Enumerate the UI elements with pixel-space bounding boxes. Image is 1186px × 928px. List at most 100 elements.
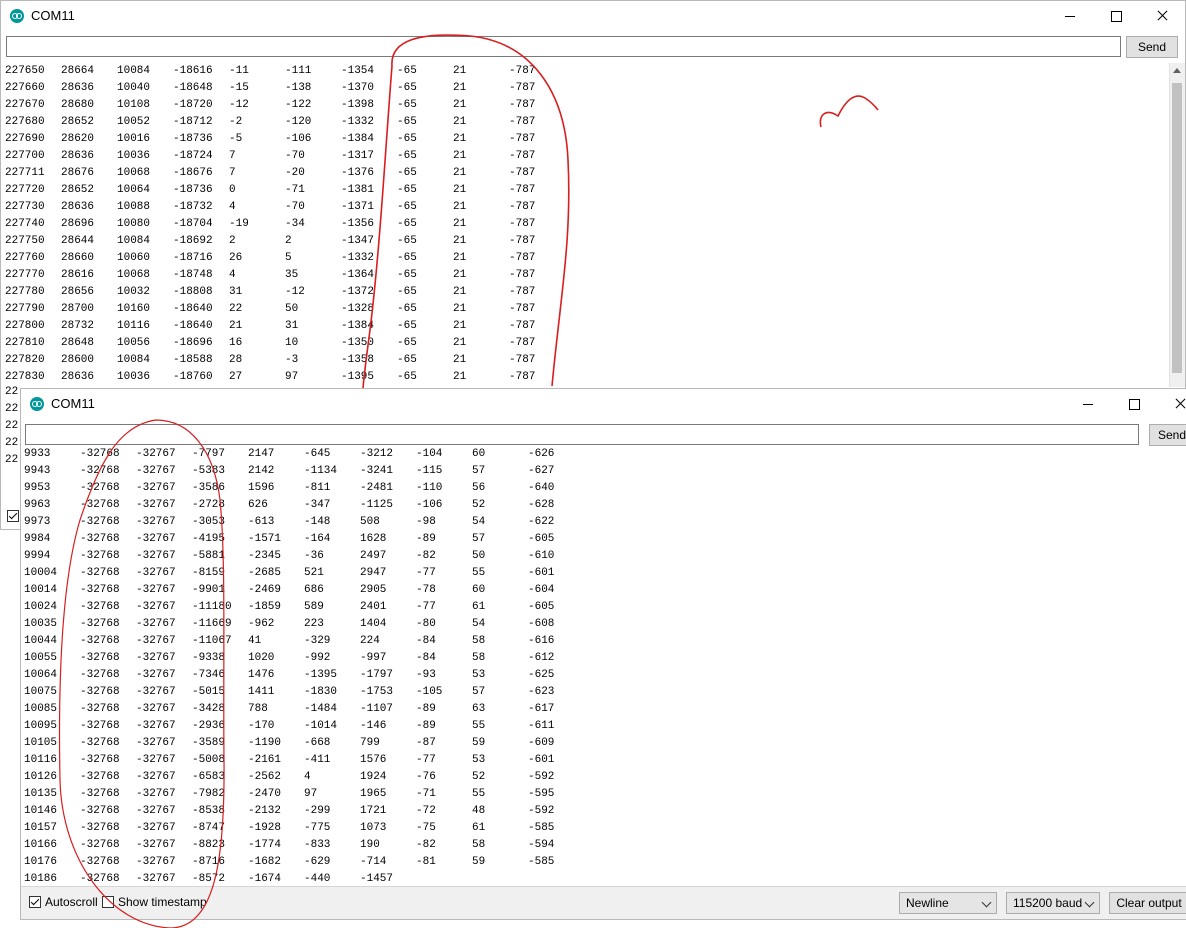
output-value: 55 <box>472 788 486 800</box>
output-value: -18736 <box>173 133 213 145</box>
output-value: -1376 <box>341 167 375 179</box>
output-value: -787 <box>509 184 536 196</box>
arduino-logo-icon <box>10 9 24 23</box>
output-value: -787 <box>509 167 536 179</box>
output-value: -70 <box>285 150 305 162</box>
output-value: -347 <box>304 499 331 511</box>
output-value: 97 <box>285 371 299 383</box>
output-value: 21 <box>453 184 467 196</box>
output-value: 28732 <box>61 320 95 332</box>
checkbox-icon[interactable] <box>7 510 19 522</box>
output-value: 10035 <box>24 618 58 630</box>
send-button[interactable]: Send <box>1126 36 1178 58</box>
output-value: -65 <box>397 184 417 196</box>
output-value: 10075 <box>24 686 58 698</box>
close-icon[interactable] <box>1157 389 1186 419</box>
output-value: 227740 <box>5 218 45 230</box>
output-value: -32767 <box>136 516 176 528</box>
output-value: 21 <box>453 99 467 111</box>
send-input[interactable] <box>25 424 1139 445</box>
baud-rate-select[interactable]: 115200 baud <box>1006 892 1100 914</box>
output-value: -32768 <box>80 822 120 834</box>
output-value: 9943 <box>24 465 51 477</box>
maximize-icon[interactable] <box>1111 389 1157 419</box>
output-value: -32768 <box>80 669 120 681</box>
output-value: -601 <box>528 754 555 766</box>
obscured-line-start: 22 <box>5 437 19 449</box>
output-line: 10157 -32768 -32767 -8747 -1928 -775 1073 -75 61… <box>21 820 1186 837</box>
output-value: -32768 <box>80 686 120 698</box>
output-value: 31 <box>285 320 299 332</box>
output-value: 2 <box>285 235 292 247</box>
output-value: 10080 <box>117 218 151 230</box>
minimize-icon[interactable] <box>1047 1 1093 31</box>
output-line: 9953 -32768 -32767 -3586 1596 -811 -2481 -110 56… <box>21 480 1186 497</box>
arduino-logo-icon <box>30 397 44 411</box>
output-value: -628 <box>528 499 555 511</box>
output-value: -32768 <box>80 635 120 647</box>
scroll-up-icon[interactable] <box>1173 68 1181 73</box>
output-value: -111 <box>285 65 312 77</box>
output-line: 10024 -32768 -32767 -11180 -1859 589 2401 -77 61… <box>21 599 1186 616</box>
output-value: 10116 <box>117 320 151 332</box>
output-value: -787 <box>509 150 536 162</box>
output-value: -146 <box>360 720 387 732</box>
output-value: -77 <box>416 754 436 766</box>
autoscroll-checkbox[interactable] <box>29 896 41 908</box>
output-value: -32768 <box>80 584 120 596</box>
output-value: -787 <box>509 218 536 230</box>
serial-monitor-window-bottom: COM11 Send 9933 -32768 -32767 -7797 2147 -645… <box>20 388 1186 920</box>
output-value: -1395 <box>304 669 338 681</box>
output-value: -34 <box>285 218 305 230</box>
send-button[interactable]: Send <box>1149 424 1186 446</box>
output-value: 28700 <box>61 303 95 315</box>
clear-output-button[interactable]: Clear output <box>1109 892 1186 914</box>
output-value: -5 <box>229 133 243 145</box>
output-value: -72 <box>416 805 436 817</box>
output-value: -787 <box>509 371 536 383</box>
close-icon[interactable] <box>1139 1 1185 31</box>
minimize-icon[interactable] <box>1065 389 1111 419</box>
output-value: 60 <box>472 448 486 460</box>
output-value: 10055 <box>24 652 58 664</box>
scrollbar-thumb[interactable] <box>1172 83 1182 373</box>
output-value: -65 <box>397 371 417 383</box>
output-line: 9973 -32768 -32767 -3053 -613 -148 508 -98 54 -62… <box>21 514 1186 531</box>
output-line: 227650 28664 10084 -18616 -11 -111 -1354 -65 21 -… <box>1 63 1169 80</box>
output-value: -604 <box>528 584 555 596</box>
output-value: -3053 <box>192 516 226 528</box>
output-line: 10075 -32768 -32767 -5015 1411 -1830 -1753 -105… <box>21 684 1186 701</box>
output-value: -32768 <box>80 720 120 732</box>
send-input[interactable] <box>6 36 1121 57</box>
output-value: -997 <box>360 652 387 664</box>
output-value: 21 <box>453 303 467 315</box>
output-value: -3 <box>285 354 299 366</box>
output-value: 28676 <box>61 167 95 179</box>
output-line: 227800 28732 10116 -18640 21 31 -1384 -65 21 -787 <box>1 318 1169 335</box>
output-value: -32767 <box>136 754 176 766</box>
output-value: 10084 <box>117 354 151 366</box>
output-value: 227711 <box>5 167 45 179</box>
vertical-scrollbar[interactable] <box>1169 63 1185 387</box>
output-value: 10004 <box>24 567 58 579</box>
output-value: 21 <box>453 150 467 162</box>
output-value: -787 <box>509 133 536 145</box>
output-value: 10064 <box>24 669 58 681</box>
output-value: -32768 <box>80 550 120 562</box>
output-value: 41 <box>248 635 262 647</box>
output-value: -65 <box>397 116 417 128</box>
output-value: -611 <box>528 720 555 732</box>
output-value: -7797 <box>192 448 226 460</box>
timestamp-checkbox[interactable] <box>102 896 114 908</box>
output-value: 28636 <box>61 82 95 94</box>
output-value: -105 <box>416 686 443 698</box>
output-value: -2470 <box>248 788 282 800</box>
output-value: 28652 <box>61 184 95 196</box>
output-value: -2481 <box>360 482 394 494</box>
maximize-icon[interactable] <box>1093 1 1139 31</box>
output-value: 21 <box>453 201 467 213</box>
line-ending-select[interactable]: Newline <box>899 892 997 914</box>
output-value: 227750 <box>5 235 45 247</box>
output-value: 10116 <box>24 754 58 766</box>
output-value: -2936 <box>192 720 226 732</box>
